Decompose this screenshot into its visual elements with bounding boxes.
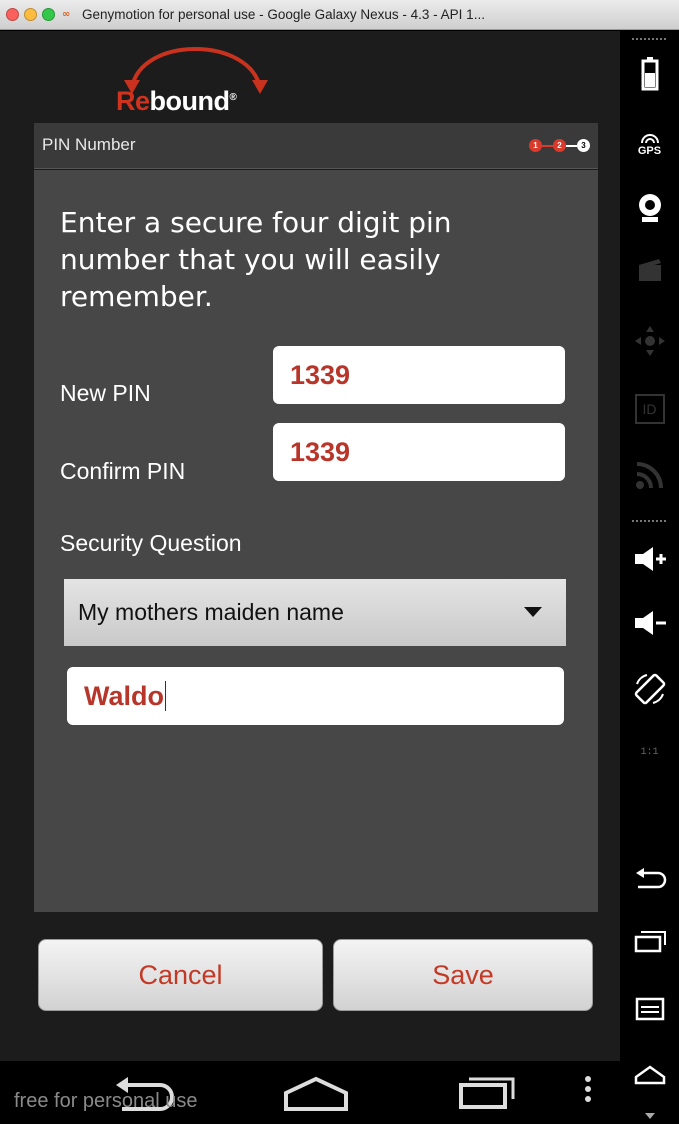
back-button-icon[interactable] bbox=[620, 861, 679, 897]
genymotion-icon: ∞ bbox=[62, 8, 71, 20]
new-pin-value: 1339 bbox=[290, 359, 351, 390]
new-pin-input[interactable]: 1339 bbox=[273, 346, 565, 404]
overflow-menu-icon[interactable] bbox=[582, 1073, 594, 1109]
home-button-icon[interactable] bbox=[620, 1057, 679, 1093]
step-2: 2 bbox=[553, 139, 566, 152]
close-window-button[interactable] bbox=[6, 8, 19, 21]
zoom-window-button[interactable] bbox=[42, 8, 55, 21]
window-title: Genymotion for personal use - Google Gal… bbox=[82, 7, 485, 22]
home-nav-icon[interactable] bbox=[282, 1073, 350, 1113]
network-icon[interactable] bbox=[620, 455, 679, 495]
webcam-icon[interactable] bbox=[620, 189, 679, 229]
device-screen: Rebound® PIN Number 1 2 3 Enter a secure… bbox=[0, 31, 620, 1124]
personal-use-watermark: free for personal use bbox=[14, 1090, 198, 1112]
menu-button-icon[interactable] bbox=[620, 991, 679, 1027]
step-3: 3 bbox=[577, 139, 590, 152]
pixel-perfect-icon[interactable]: 1:1 bbox=[620, 735, 679, 769]
logo-text: Rebound® bbox=[116, 86, 237, 116]
panel-title: PIN Number bbox=[42, 135, 136, 154]
security-question-selected: My mothers maiden name bbox=[78, 599, 344, 625]
panel-header: PIN Number 1 2 3 bbox=[34, 123, 598, 169]
dpad-icon[interactable] bbox=[620, 319, 679, 363]
instructions-text: Enter a secure four digit pin number tha… bbox=[60, 206, 452, 313]
device-id-icon[interactable]: ID bbox=[620, 389, 679, 429]
rebound-logo: Rebound® bbox=[110, 36, 290, 126]
confirm-pin-label: Confirm PIN bbox=[60, 458, 186, 484]
volume-up-icon[interactable] bbox=[620, 541, 679, 577]
save-button[interactable]: Save bbox=[333, 939, 593, 1011]
security-question-select[interactable]: My mothers maiden name bbox=[64, 579, 566, 646]
gps-icon[interactable]: GPS bbox=[620, 125, 679, 165]
dropdown-caret-icon bbox=[524, 607, 542, 617]
grip-top-icon bbox=[620, 35, 679, 43]
capture-icon[interactable] bbox=[620, 249, 679, 289]
step-1: 1 bbox=[529, 139, 542, 152]
cancel-button[interactable]: Cancel bbox=[38, 939, 323, 1011]
security-answer-value: Waldo bbox=[84, 680, 164, 711]
rotate-icon[interactable] bbox=[620, 667, 679, 711]
battery-icon[interactable] bbox=[620, 53, 679, 97]
grip-middle-icon bbox=[620, 517, 679, 525]
new-pin-label: New PIN bbox=[60, 380, 151, 406]
security-question-label: Security Question bbox=[60, 530, 242, 556]
recent-apps-button-icon[interactable] bbox=[620, 923, 679, 959]
minimize-window-button[interactable] bbox=[24, 8, 37, 21]
scroll-down-icon[interactable] bbox=[620, 1111, 679, 1121]
step-indicator: 1 2 3 bbox=[529, 139, 590, 152]
security-answer-input[interactable]: Waldo bbox=[67, 667, 564, 725]
recent-apps-nav-icon[interactable] bbox=[455, 1071, 521, 1111]
emulator-sidebar: GPS ID 1:1 bbox=[620, 31, 679, 1124]
confirm-pin-input[interactable]: 1339 bbox=[273, 423, 565, 481]
confirm-pin-value: 1339 bbox=[290, 436, 351, 467]
volume-down-icon[interactable] bbox=[620, 605, 679, 641]
window-titlebar: ∞ Genymotion for personal use - Google G… bbox=[0, 0, 679, 30]
pin-form-panel: Enter a secure four digit pin number tha… bbox=[34, 170, 598, 912]
text-cursor bbox=[165, 681, 166, 711]
